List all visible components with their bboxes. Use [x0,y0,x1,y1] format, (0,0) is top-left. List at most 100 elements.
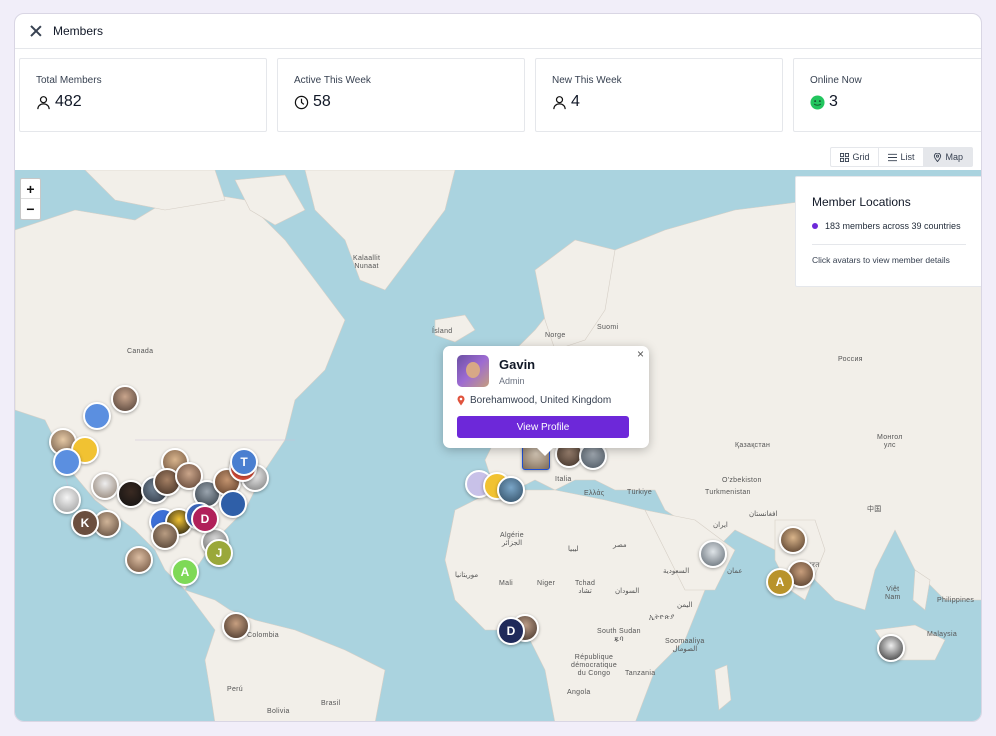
map-label-uzbekistan: O'zbekiston [722,477,762,484]
map-label-colombia: Colombia [247,632,279,639]
map-label-turkmenistan: Turkmenistan [705,489,751,496]
member-avatar[interactable] [125,546,153,574]
list-view-button[interactable]: List [879,148,925,166]
member-avatar[interactable] [111,385,139,413]
legend-dot-icon [812,223,818,229]
legend-hint: Click avatars to view member details [812,255,950,265]
member-avatar-letter[interactable]: T [230,448,258,476]
popup-close-icon[interactable]: × [637,347,644,361]
map-label-algerie: Algérie الجزائر [500,532,524,547]
grid-icon [840,152,850,162]
window-title: Members [53,24,104,38]
stats-row: Total Members 482 Active This Week 58 Ne… [19,58,981,132]
map-label-yemen: اليمن [677,602,693,609]
map-pin-icon [934,152,942,162]
stat-new-week: New This Week 4 [535,58,783,132]
map-label-angola: Angola [567,689,591,696]
topbar: Members [15,14,981,49]
member-avatar[interactable] [497,476,525,504]
legend-title: Member Locations [812,195,911,209]
map-label-rossiya: Россия [838,356,863,363]
member-avatar[interactable] [53,486,81,514]
map-label-south-sudan: South Sudan ጁባ [597,628,641,643]
map-label-italia: Italia [555,476,572,483]
map-label-iran: ایران [713,522,728,529]
zoom-out-button[interactable]: − [21,199,40,219]
member-avatar[interactable] [151,522,179,550]
member-avatar[interactable] [91,472,119,500]
map-label-rdc: République démocratique du Congo [571,654,618,677]
map-label-philippines: Philippines [937,597,975,604]
map-label-ellada: Ελλάς [584,490,605,497]
world-map[interactable]: + − Kalaallit Nunaat Canada Ísland Suomi… [15,170,981,721]
popup-avatar [457,355,489,387]
map-label-afghanistan: افغانستان [749,511,778,518]
map-label-kazakhstan: Қазақстан [735,442,771,449]
map-label-mongolia: Монгол улс [877,434,903,449]
map-label-brasil: Brasil [321,700,341,707]
legend-summary: 183 members across 39 countries [825,221,961,231]
map-label-kalaallit: Kalaallit Nunaat [353,255,381,270]
map-label: Map [945,152,963,162]
map-label-mali: Mali [499,580,514,587]
close-icon[interactable] [29,24,43,38]
stat-label: Online Now [810,75,862,86]
member-avatar[interactable] [222,612,250,640]
stat-online-now: Online Now 3 [793,58,981,132]
grid-label: Grid [852,152,870,162]
stat-active-week: Active This Week 58 [277,58,525,132]
map-label-peru: Perú [227,686,243,693]
member-avatar-letter[interactable]: A [171,558,199,586]
map-view-button[interactable]: Map [924,148,972,166]
stat-label: Active This Week [294,75,371,86]
online-smile-icon [810,94,825,110]
member-avatar-letter[interactable]: K [71,509,99,537]
clock-icon [294,95,309,109]
member-avatar[interactable] [699,540,727,568]
list-label: List [900,152,915,162]
map-label-mauritanie: موريتانيا [455,572,479,579]
view-profile-button[interactable]: View Profile [457,416,629,438]
member-avatar-letter[interactable]: D [497,617,525,645]
map-label-misr: مصر [613,542,627,549]
grid-view-button[interactable]: Grid [831,148,880,166]
map-label-tanzania: Tanzania [625,670,656,677]
member-avatar[interactable] [219,490,247,518]
view-toggle: Grid List Map [830,147,973,167]
map-label-turkiye: Türkiye [627,489,653,496]
map-label-suomi: Suomi [597,324,619,331]
member-avatar[interactable] [877,634,905,662]
map-label-libya: ليبيا [568,546,579,553]
member-locations-panel: Member Locations 183 members across 39 c… [795,176,981,287]
map-label-niger: Niger [537,580,556,587]
popup-name: Gavin [499,357,536,372]
member-avatar-letter[interactable]: D [191,505,219,533]
map-label-norge: Norge [545,332,566,339]
popup-location: Borehamwood, United Kingdom [470,395,612,406]
member-avatar[interactable] [779,526,807,554]
map-label-saudi: السعودية [663,568,690,575]
member-avatar[interactable] [83,402,111,430]
map-label-oman: عمان [727,568,743,575]
member-avatar-letter[interactable]: J [205,539,233,567]
stat-label: Total Members [36,75,102,86]
zoom-control: + − [20,178,41,220]
member-avatar[interactable] [53,448,81,476]
map-label-vietnam: Việt Nam [885,586,901,601]
zoom-in-button[interactable]: + [21,179,40,199]
map-label-malaysia: Malaysia [927,631,958,638]
map-label-sudan: السودان [615,588,640,595]
popup-role: Admin [499,376,525,386]
map-label-ethiopia: ኢትዮጵያ [649,614,675,621]
user-icon [37,95,50,109]
members-window: Members Total Members 482 Active This We… [14,13,982,722]
stat-value: 58 [313,93,331,110]
member-popup: × Gavin Admin Borehamwood, United Kingdo… [443,346,649,456]
location-pin-icon [457,395,465,406]
map-label-island: Ísland [432,328,453,335]
legend-divider [812,244,966,245]
map-label-zhongguo: 中国 [867,506,882,513]
stat-value: 482 [55,93,82,110]
list-icon [888,153,898,161]
member-avatar-letter[interactable]: A [766,568,794,596]
